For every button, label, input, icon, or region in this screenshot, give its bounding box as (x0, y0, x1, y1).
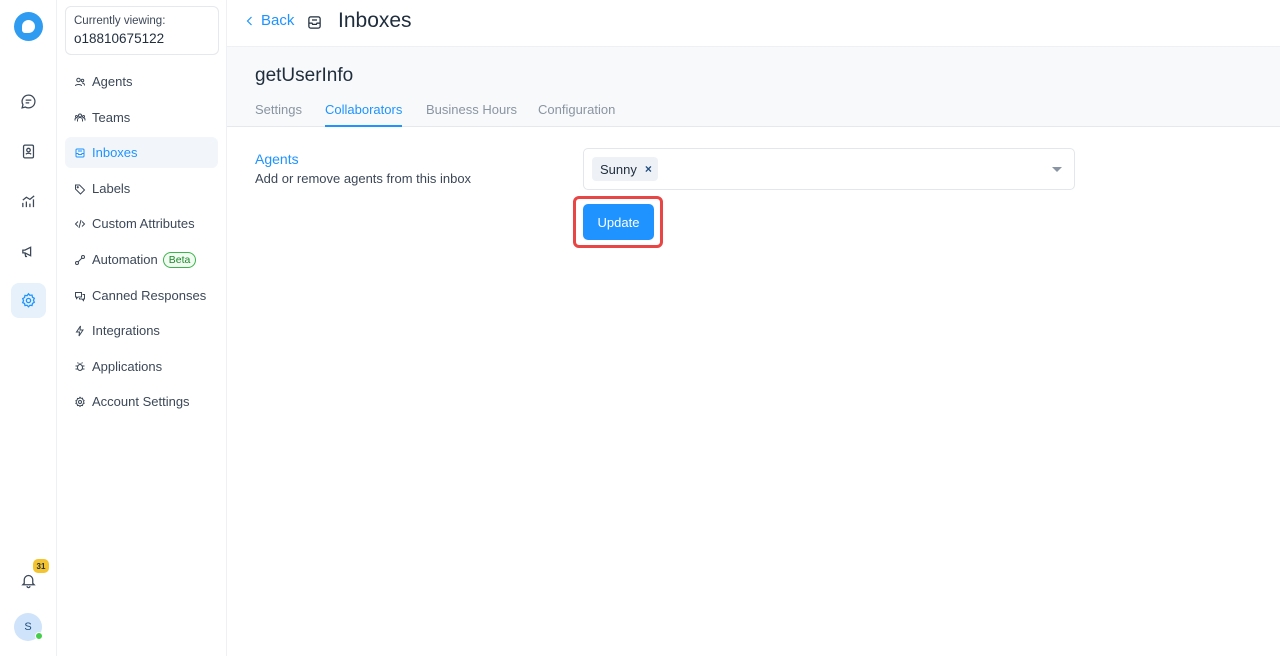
sidebar-item-label: Canned Responses (92, 288, 207, 303)
sidebar-item-inboxes[interactable]: Inboxes (65, 137, 218, 168)
rail-reports-button[interactable] (11, 184, 46, 219)
sidebar-item-label: Agents (92, 74, 133, 89)
currently-viewing-label: Currently viewing: (74, 15, 166, 27)
rail-contacts-button[interactable] (11, 134, 46, 169)
chat-multiple-icon (75, 291, 85, 302)
tag-icon (75, 184, 86, 195)
code-icon (74, 219, 86, 228)
sidebar-item-labels[interactable]: Labels (65, 173, 218, 204)
sidebar-item-teams[interactable]: Teams (65, 102, 218, 133)
sidebar-item-label: Inboxes (92, 145, 138, 160)
online-status-dot (35, 632, 43, 640)
inbox-icon (308, 16, 321, 29)
automation-icon (75, 254, 85, 265)
bug-icon (75, 361, 85, 371)
tab-collaborators[interactable]: Collaborators (325, 102, 403, 127)
sidebar-item-applications[interactable]: Applications (65, 351, 218, 382)
sidebar-item-custom-attributes[interactable]: Custom Attributes (65, 208, 218, 239)
flash-icon (75, 325, 84, 336)
users-icon (75, 77, 85, 86)
sidebar-item-label: Labels (92, 181, 131, 196)
gear-icon (75, 395, 85, 407)
notifications-count-badge: 31 (33, 559, 49, 573)
sidebar-item-label: Automation (92, 252, 158, 267)
rail-campaigns-button[interactable] (11, 234, 46, 269)
contact-book-icon (22, 144, 35, 159)
sidebar-item-label: Integrations (92, 323, 160, 338)
back-label: Back (261, 12, 295, 29)
sidebar-item-integrations[interactable]: Integrations (65, 315, 218, 346)
chevron-down-icon[interactable] (1052, 167, 1062, 172)
app-logo[interactable] (14, 12, 43, 41)
page-title: Inboxes (338, 9, 412, 32)
sidebar-item-account-settings[interactable]: Account Settings (65, 386, 218, 417)
agents-field-description: Add or remove agents from this inbox (255, 171, 472, 186)
rail-conversations-button[interactable] (11, 84, 46, 119)
selected-agent-name: Sunny (600, 161, 637, 177)
sidebar-item-agents[interactable]: Agents (65, 66, 218, 97)
gear-icon (21, 292, 36, 308)
megaphone-icon (22, 246, 32, 258)
sidebar-item-label: Applications (92, 359, 163, 374)
agents-field-title: Agents (255, 151, 299, 167)
rail-settings-button[interactable] (11, 283, 46, 318)
settings-sidebar: Currently viewing: o18810675122 Agents T… (57, 0, 227, 656)
tab-business-hours[interactable]: Business Hours (426, 102, 517, 127)
inbox-header: getUserInfo Settings Collaborators Busin… (227, 47, 1280, 127)
sidebar-item-label: Custom Attributes (92, 216, 195, 231)
team-icon (74, 113, 86, 121)
beta-badge: Beta (162, 251, 197, 268)
primary-nav-rail: 31 S (0, 0, 57, 656)
selected-agent-tag: Sunny × (592, 157, 658, 181)
agents-multiselect[interactable]: Sunny × (583, 148, 1075, 190)
update-button[interactable]: Update (583, 204, 654, 240)
account-switcher[interactable]: Currently viewing: o18810675122 (65, 6, 219, 55)
sidebar-item-automation[interactable]: Automation Beta (65, 244, 218, 275)
tab-settings[interactable]: Settings (255, 102, 302, 127)
remove-agent-icon[interactable]: × (645, 162, 652, 176)
chat-bubble-icon (21, 94, 36, 109)
account-id: o18810675122 (74, 31, 165, 46)
bell-icon (20, 574, 36, 588)
main-content: Back Inboxes getUserInfo Settings Collab… (227, 0, 1280, 656)
inbox-icon (75, 148, 85, 157)
back-button[interactable]: Back (244, 12, 294, 29)
tab-configuration[interactable]: Configuration (538, 102, 615, 127)
chevron-left-icon (246, 16, 252, 25)
sidebar-item-label: Teams (92, 110, 131, 125)
chart-trend-icon (22, 195, 35, 208)
sidebar-item-canned-responses[interactable]: Canned Responses (65, 280, 218, 311)
inbox-name: getUserInfo (255, 65, 354, 86)
page-topbar: Back Inboxes (227, 0, 1280, 47)
sidebar-item-label: Account Settings (92, 394, 190, 409)
